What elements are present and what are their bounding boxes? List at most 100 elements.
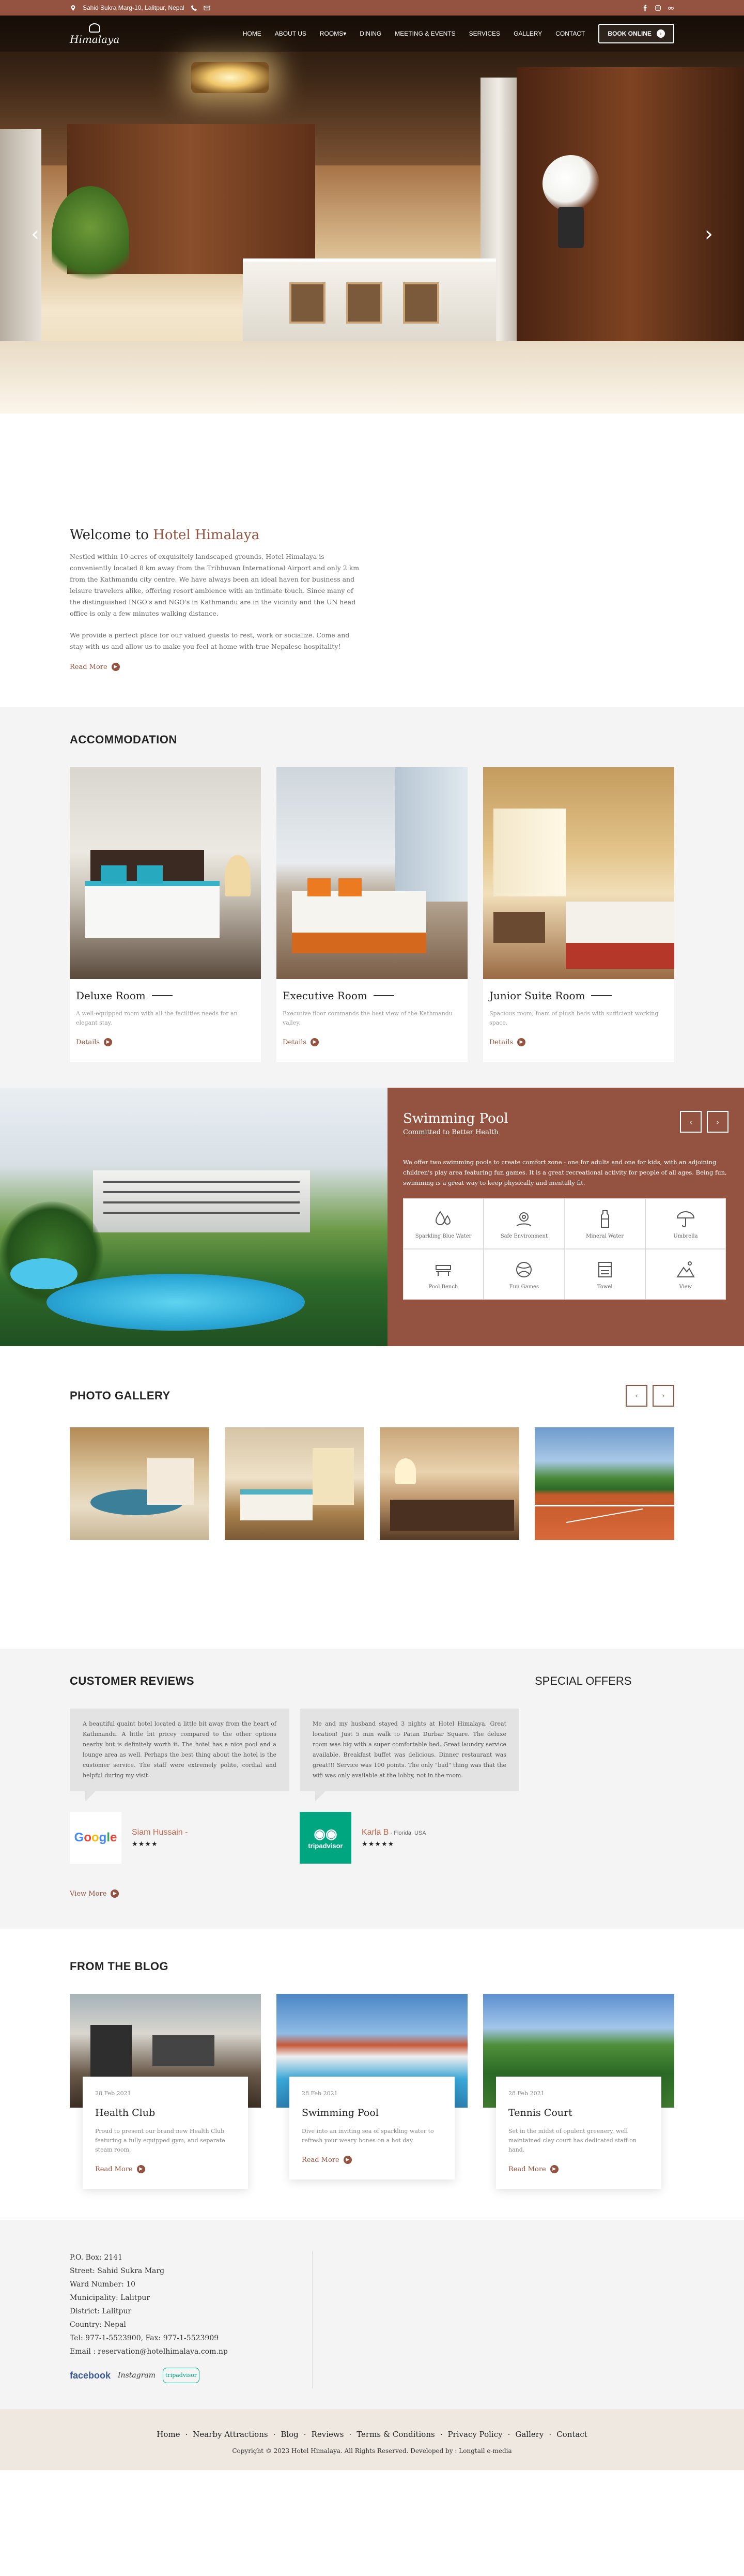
blog-date: 28 Feb 2021 — [95, 2090, 131, 2097]
pool-prev-button[interactable]: ‹ — [680, 1111, 702, 1133]
welcome-title-prefix: Welcome to — [70, 527, 153, 543]
room-card[interactable]: Deluxe Room A well-equipped room with al… — [70, 767, 261, 1062]
room-details-link[interactable]: Details ▶ — [489, 1038, 526, 1046]
blog-read-more-link[interactable]: Read More ▶ — [95, 2165, 145, 2173]
email-icon[interactable] — [204, 5, 210, 11]
phone-icon[interactable] — [191, 5, 197, 11]
welcome-paragraph: Nestled within 10 acres of exquisitely l… — [70, 553, 360, 617]
details-label: Details — [76, 1038, 100, 1046]
photo-gallery-section: PHOTO GALLERY ‹ › — [0, 1346, 744, 1649]
arrow-right-icon: ▶ — [111, 1889, 119, 1898]
nav-item-meeting[interactable]: MEETING & EVENTS — [395, 30, 455, 37]
tripadvisor-logo-icon: ◉◉ tripadvisor — [300, 1812, 351, 1864]
amenity-label: Mineral Water — [586, 1233, 624, 1239]
review-card: A beautiful quaint hotel located a littl… — [70, 1709, 289, 1864]
nav-item-about[interactable]: ABOUT US — [275, 30, 306, 37]
blog-post-title: Tennis Court — [508, 2107, 572, 2118]
footer-link-terms[interactable]: Terms & Conditions — [357, 2430, 435, 2439]
gallery-prev-button[interactable]: ‹ — [626, 1385, 647, 1407]
blog-title: FROM THE BLOG — [70, 1960, 169, 1973]
read-more-label: Read More — [70, 663, 107, 671]
slider-prev-icon[interactable]: ‹ — [31, 222, 39, 246]
gallery-image[interactable] — [380, 1427, 519, 1540]
welcome-title-brand: Hotel Himalaya — [153, 527, 260, 543]
room-description: Spacious room, foam of plush beds with s… — [489, 1010, 659, 1026]
umbrella-icon — [676, 1211, 694, 1227]
room-details-link[interactable]: Details ▶ — [76, 1038, 113, 1046]
tripadvisor-icon[interactable] — [668, 5, 674, 11]
tripadvisor-link[interactable]: tripadvisor — [163, 2368, 200, 2383]
logo-text: Himalaya — [70, 33, 120, 45]
view-more-reviews-link[interactable]: View More ▶ — [70, 1889, 119, 1898]
arrow-right-icon: › — [657, 29, 665, 38]
footer-link-contact[interactable]: Contact — [556, 2430, 587, 2439]
copyright-text: Copyright © 2023 Hotel Himalaya. All Rig… — [232, 2447, 512, 2455]
blog-card[interactable]: 28 Feb 2021 Tennis Court Set in the mids… — [483, 1994, 674, 2189]
gallery-image[interactable] — [225, 1427, 364, 1540]
link-separator: · — [549, 2430, 552, 2439]
facebook-icon[interactable] — [642, 5, 648, 11]
room-card[interactable]: Executive Room Executive floor commands … — [276, 767, 468, 1062]
room-details-link[interactable]: Details ▶ — [283, 1038, 319, 1046]
nav-item-gallery[interactable]: GALLERY — [514, 30, 542, 37]
room-description: A well-equipped room with all the facili… — [76, 1010, 238, 1026]
room-name: Junior Suite Room — [489, 989, 668, 1002]
amenity-label: Umbrella — [673, 1233, 698, 1239]
blog-read-more-link[interactable]: Read More ▶ — [302, 2156, 352, 2164]
gallery-image[interactable] — [70, 1427, 209, 1540]
nav-item-rooms-label: ROOMS — [319, 30, 344, 37]
gallery-next-button[interactable]: › — [653, 1385, 674, 1407]
footer-link-blog[interactable]: Blog — [281, 2430, 298, 2439]
room-photo — [276, 767, 468, 979]
accommodation-section: ACCOMMODATION Deluxe Room A well-equippe… — [0, 707, 744, 1088]
nav-item-contact[interactable]: CONTACT — [555, 30, 585, 37]
email-line[interactable]: Email : reservation@hotelhimalaya.com.np — [70, 2345, 312, 2358]
link-separator: · — [185, 2430, 188, 2439]
rating-stars: ★★★★★ — [362, 1840, 395, 1848]
footer-link-privacy[interactable]: Privacy Policy — [447, 2430, 502, 2439]
gallery-image[interactable] — [535, 1427, 674, 1540]
nav-item-services[interactable]: SERVICES — [469, 30, 500, 37]
footer-link-reviews[interactable]: Reviews — [312, 2430, 344, 2439]
room-name: Executive Room — [283, 989, 461, 1002]
footer-link-home[interactable]: Home — [157, 2430, 180, 2439]
amenity-item: Mineral Water — [564, 1198, 645, 1249]
reviewer-name-text: Siam Hussain - — [132, 1827, 188, 1837]
nav-item-rooms[interactable]: ROOMS▾ — [320, 30, 346, 37]
blog-card[interactable]: 28 Feb 2021 Swimming Pool Dive into an i… — [276, 1994, 468, 2189]
book-online-button[interactable]: BOOK ONLINE › — [598, 24, 674, 43]
blog-read-more-link[interactable]: Read More ▶ — [508, 2165, 559, 2173]
swimming-pool-section: Swimming Pool Committed to Better Health… — [0, 1088, 744, 1346]
nav-item-dining[interactable]: DINING — [360, 30, 381, 37]
reviewer-location: - Florida, USA — [389, 1830, 426, 1836]
link-separator: · — [349, 2430, 352, 2439]
footer-bottom: Home · Nearby Attractions · Blog · Reviews ·… — [0, 2409, 744, 2470]
details-label: Details — [283, 1038, 307, 1046]
pool-next-button[interactable]: › — [707, 1111, 729, 1133]
view-more-label: View More — [70, 1889, 107, 1898]
google-logo-icon: Google — [70, 1812, 121, 1864]
address-line: Street: Sahid Sukra Marg — [70, 2267, 165, 2275]
nav-item-home[interactable]: HOME — [243, 30, 261, 37]
footer-link-nearby[interactable]: Nearby Attractions — [193, 2430, 268, 2439]
blog-date: 28 Feb 2021 — [508, 2090, 545, 2097]
welcome-paragraph-2: We provide a perfect place for our value… — [70, 631, 350, 650]
phone-fax-line[interactable]: Tel: 977-1-5523900, Fax: 977-1-5523909 — [70, 2331, 312, 2345]
amenity-label: View — [679, 1284, 692, 1290]
hotel-logo[interactable]: Himalaya — [70, 23, 119, 44]
slider-next-icon[interactable]: › — [705, 222, 713, 246]
instagram-link[interactable]: Instagram — [118, 2369, 156, 2382]
facebook-link[interactable]: facebook — [70, 2369, 111, 2382]
welcome-read-more-link[interactable]: Read More ▶ — [70, 663, 120, 671]
reviewer-name-text: Karla B — [362, 1827, 389, 1837]
footer-link-gallery[interactable]: Gallery — [515, 2430, 544, 2439]
room-card[interactable]: Junior Suite Room Spacious room, foam of… — [483, 767, 674, 1062]
arrow-right-icon: ▶ — [550, 2165, 559, 2173]
footer-social: facebook Instagram tripadvisor — [70, 2368, 312, 2383]
blog-card[interactable]: 28 Feb 2021 Health Club Proud to present… — [70, 1994, 261, 2189]
customer-reviews-section: CUSTOMER REVIEWS A beautiful quaint hote… — [0, 1649, 744, 1929]
chevron-right-icon: › — [716, 1117, 720, 1127]
amenity-label: Pool Bench — [428, 1284, 458, 1290]
instagram-icon[interactable] — [655, 5, 661, 11]
top-bar: Sahid Sukra Marg-10, Lalitpur, Nepal — [0, 0, 744, 16]
